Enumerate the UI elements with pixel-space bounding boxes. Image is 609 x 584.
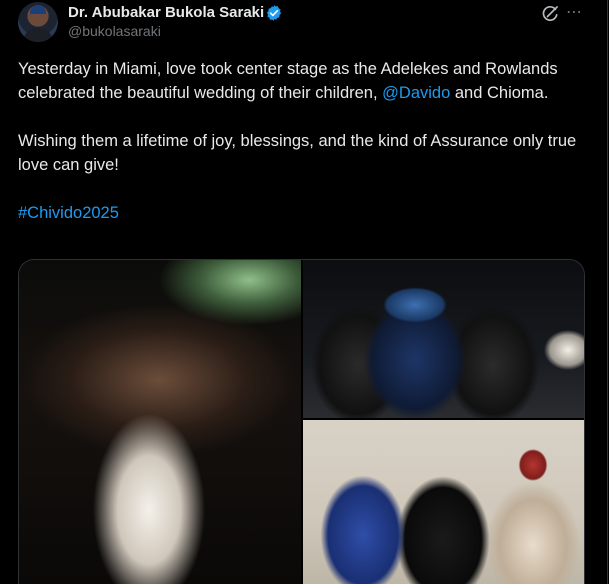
avatar-cap <box>30 6 46 14</box>
verified-badge-icon[interactable] <box>265 4 283 22</box>
hashtag-link[interactable]: #Chivido2025 <box>18 204 119 222</box>
avatar[interactable] <box>18 2 58 42</box>
avatar-body <box>23 28 53 42</box>
more-icon[interactable]: ⋯ <box>566 2 583 22</box>
tweet-paragraph-1: Yesterday in Miami, love took center sta… <box>18 57 593 105</box>
wedding-party-photo[interactable] <box>19 260 301 584</box>
author-name[interactable]: Dr. Abubakar Bukola Saraki <box>68 4 264 21</box>
mention-link[interactable]: @Davido <box>382 84 450 102</box>
author-handle[interactable]: @bukolasaraki <box>68 23 161 39</box>
tweet-text-part: and Chioma. <box>450 84 549 102</box>
grok-icon[interactable] <box>540 4 560 24</box>
tweet-container: Dr. Abubakar Bukola Saraki @bukolasaraki… <box>0 0 608 584</box>
seated-guests-photo[interactable] <box>303 420 584 584</box>
tweet-paragraph-2: Wishing them a lifetime of joy, blessing… <box>18 132 577 174</box>
tweet-text: Yesterday in Miami, love took center sta… <box>18 57 593 225</box>
dinner-guests-photo[interactable] <box>303 260 584 418</box>
tweet-paragraph-3: #Chivido2025 <box>18 201 593 225</box>
media-grid <box>18 259 585 584</box>
